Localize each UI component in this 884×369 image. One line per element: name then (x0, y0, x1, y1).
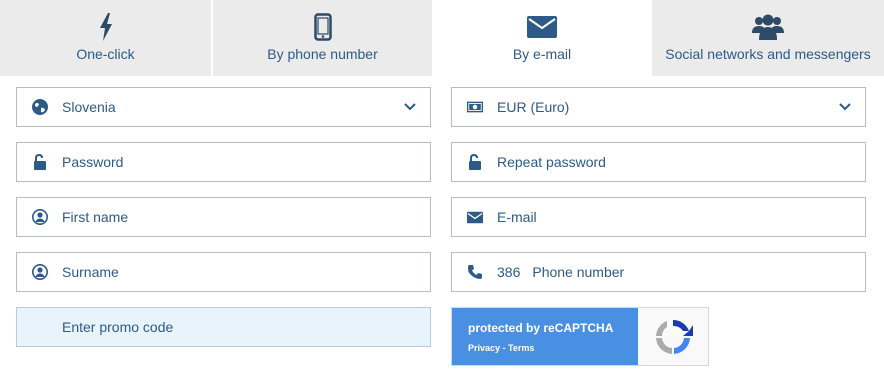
surname-placeholder: Surname (62, 264, 119, 280)
unlock-icon (467, 154, 483, 170)
recaptcha-title: protected by reCAPTCHA (468, 321, 614, 335)
unlock-icon (32, 154, 48, 170)
tab-label: By phone number (267, 46, 378, 62)
phone-placeholder: Phone number (532, 264, 625, 280)
first-name-placeholder: First name (62, 209, 129, 225)
email-placeholder: E-mail (497, 209, 537, 225)
surname-field[interactable]: Surname (16, 252, 431, 292)
registration-tabs: One-click By phone number By e-mail Soci… (0, 0, 884, 76)
phone-country-code: 386 (497, 264, 521, 280)
chevron-down-icon (404, 103, 416, 111)
tab-by-phone-number[interactable]: By phone number (213, 0, 432, 76)
tab-label: By e-mail (512, 46, 572, 62)
recaptcha-panel: protected by reCAPTCHA Privacy - Terms (452, 308, 638, 365)
envelope-icon (467, 209, 483, 225)
currency-select[interactable]: EUR (Euro) (451, 87, 866, 127)
repeat-password-field[interactable]: Repeat password (451, 142, 866, 182)
banknote-icon (467, 99, 483, 115)
tab-label: One-click (76, 46, 135, 62)
country-select[interactable]: Slovenia (16, 87, 431, 127)
email-field[interactable]: E-mail (451, 197, 866, 237)
envelope-icon (527, 12, 557, 42)
country-value: Slovenia (62, 99, 116, 115)
smartphone-icon (313, 12, 332, 42)
tab-label: Social networks and messengers (665, 46, 871, 62)
tab-one-click[interactable]: One-click (0, 0, 213, 76)
phone-field[interactable]: 386 Phone number (451, 252, 866, 292)
first-name-field[interactable]: First name (16, 197, 431, 237)
promo-code-placeholder: Enter promo code (62, 319, 174, 335)
phone-icon (467, 264, 483, 280)
promo-code-field[interactable]: Enter promo code (16, 307, 431, 347)
password-placeholder: Password (62, 154, 124, 170)
recaptcha-badge: protected by reCAPTCHA Privacy - Terms (451, 307, 709, 366)
users-icon (752, 12, 784, 42)
currency-value: EUR (Euro) (497, 99, 570, 115)
chevron-down-icon (839, 103, 851, 111)
tab-social-networks[interactable]: Social networks and messengers (652, 0, 884, 76)
lightning-icon (99, 12, 113, 42)
globe-icon (32, 99, 48, 115)
password-field[interactable]: Password (16, 142, 431, 182)
repeat-password-placeholder: Repeat password (497, 154, 606, 170)
tab-by-email[interactable]: By e-mail (432, 0, 652, 76)
recaptcha-privacy-terms-link[interactable]: Privacy - Terms (468, 343, 638, 353)
recaptcha-logo-icon (638, 308, 708, 365)
user-circle-icon (32, 264, 48, 280)
user-circle-icon (32, 209, 48, 225)
